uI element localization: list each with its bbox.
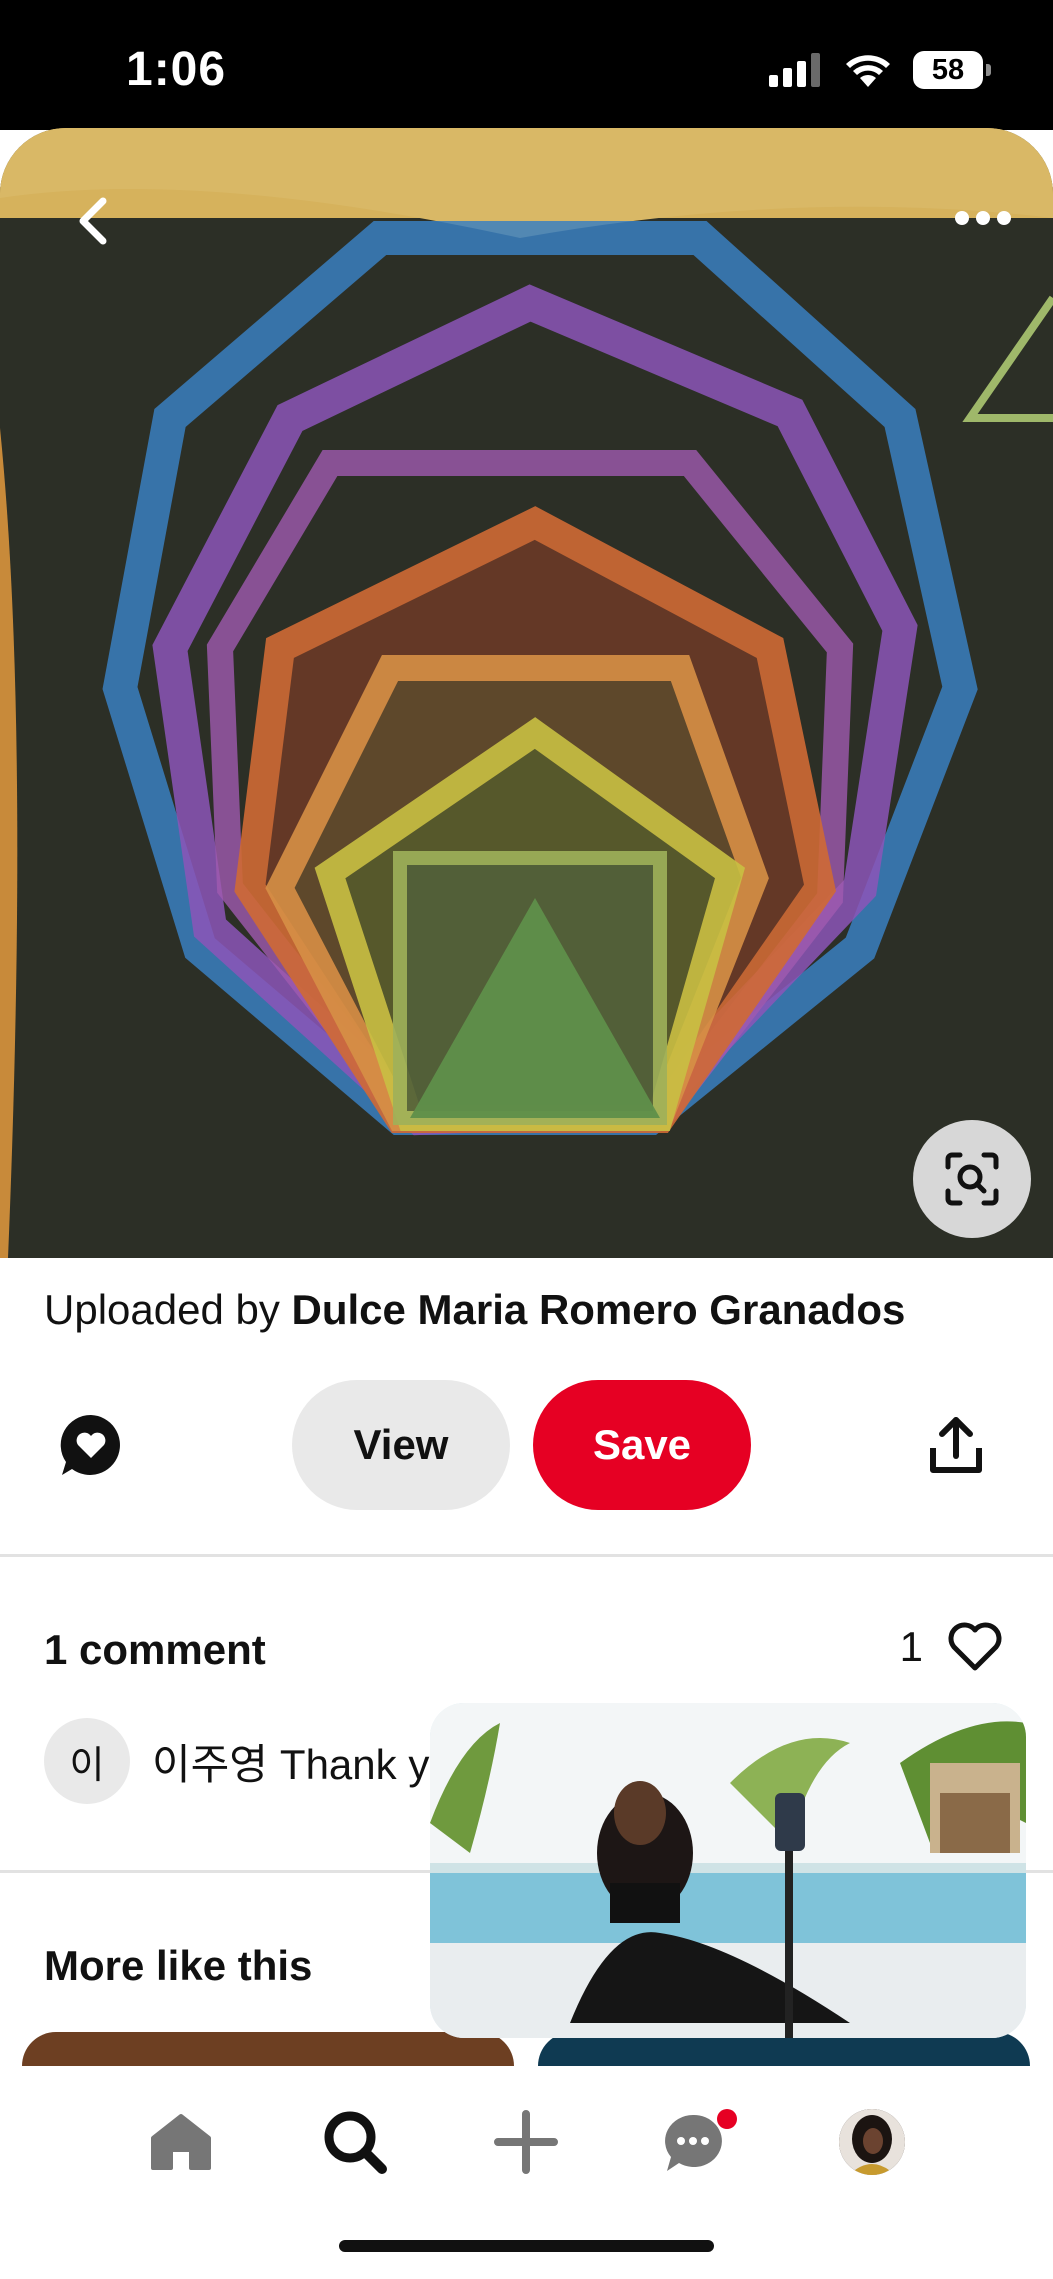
battery-indicator: 58 (913, 51, 991, 89)
ellipsis-icon (955, 211, 1011, 225)
status-time: 1:06 (126, 43, 227, 96)
more-options-button[interactable] (943, 188, 1023, 248)
comments-count: 1 comment (44, 1626, 266, 1673)
comment-body: Thank y (279, 1740, 430, 1788)
nav-search[interactable] (315, 2102, 395, 2182)
picture-in-picture-video[interactable] (430, 1703, 1026, 2038)
chevron-left-icon (79, 197, 107, 245)
battery-level: 58 (931, 53, 965, 86)
more-like-this-heading: More like this (44, 1942, 313, 1989)
nav-messages[interactable] (660, 2102, 740, 2182)
like-count: 1 (899, 1623, 923, 1670)
search-icon (324, 2111, 387, 2174)
plus-icon (494, 2110, 558, 2174)
like-button[interactable]: 1 (900, 1622, 1003, 1672)
nav-home[interactable] (141, 2102, 221, 2182)
profile-avatar (839, 2109, 905, 2175)
back-button[interactable] (58, 186, 128, 256)
nav-create[interactable] (486, 2102, 566, 2182)
home-icon (151, 2114, 211, 2170)
uploaded-by-prefix: Uploaded by (44, 1286, 280, 1333)
uploader-name[interactable]: Dulce Maria Romero Granados (292, 1286, 906, 1333)
comment-text: 이주영 Thank y (152, 1731, 429, 1792)
uploaded-by-line: Uploaded by Dulce Maria Romero Granados (44, 1286, 905, 1334)
share-button[interactable] (928, 1416, 984, 1476)
cellular-signal-icon (769, 53, 820, 87)
action-row: View Save (0, 1380, 1053, 1510)
pin-image[interactable] (0, 128, 1053, 1258)
share-icon (930, 1417, 982, 1473)
messages-icon (665, 2109, 737, 2171)
status-bar: 1:06 58 (0, 0, 1053, 130)
section-divider (0, 1554, 1053, 1557)
notification-dot (717, 2109, 737, 2129)
video-frame (430, 1703, 1026, 2038)
nav-profile[interactable] (832, 2102, 912, 2182)
comment-heart-icon (60, 1414, 120, 1475)
visual-search-icon (945, 1152, 999, 1206)
status-icons: 58 (769, 48, 991, 92)
home-indicator (339, 2240, 714, 2252)
chalk-artwork (0, 128, 1053, 1258)
wifi-icon (846, 55, 890, 87)
visual-search-button[interactable] (913, 1120, 1031, 1238)
comment-author[interactable]: 이주영 (152, 1741, 268, 1788)
profile-photo (839, 2109, 905, 2175)
avatar[interactable]: 이 (44, 1718, 130, 1804)
view-button[interactable]: View (292, 1380, 510, 1510)
save-button[interactable]: Save (533, 1380, 751, 1510)
react-button[interactable] (58, 1412, 124, 1478)
comment-item[interactable]: 이 이주영 Thank y (44, 1718, 429, 1804)
heart-outline-icon (948, 1622, 1002, 1671)
